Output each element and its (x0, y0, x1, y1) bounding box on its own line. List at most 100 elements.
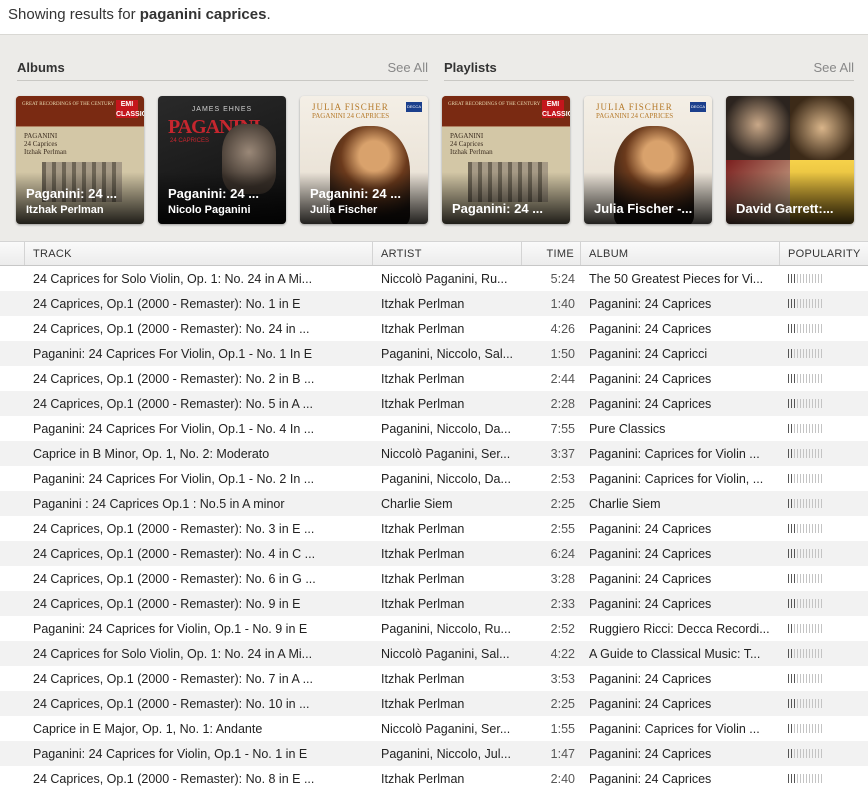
playlist-title: Julia Fischer -... (594, 201, 693, 216)
table-row[interactable]: 24 Caprices, Op.1 (2000 - Remaster): No.… (0, 366, 868, 391)
time-cell: 1:55 (550, 721, 575, 736)
playlist-tile[interactable]: GREAT RECORDINGS OF THE CENTURY EMI CLAS… (442, 96, 570, 224)
column-header-popularity[interactable]: POPULARITY (780, 242, 868, 265)
cover-subtitle: 24 Caprices (24, 140, 58, 148)
popularity-meter-fill (788, 648, 794, 658)
table-row[interactable]: Paganini: 24 Caprices for Violin, Op.1 -… (0, 741, 868, 766)
track-cell: 24 Caprices, Op.1 (2000 - Remaster): No.… (33, 571, 316, 586)
cover-artist: JULIA FISCHER (596, 102, 673, 112)
playlists-tiles: GREAT RECORDINGS OF THE CENTURY EMI CLAS… (442, 96, 854, 224)
track-cell: Paganini : 24 Caprices Op.1 : No.5 in A … (33, 496, 285, 511)
albums-see-all-link[interactable]: See All (388, 60, 428, 75)
popularity-meter (788, 498, 823, 508)
popularity-meter-fill (788, 573, 797, 583)
playlists-section: Playlists See All (444, 55, 854, 81)
popularity-meter (788, 648, 823, 658)
popularity-meter (788, 298, 823, 308)
emi-logo: EMI CLASSICS (116, 100, 144, 118)
popularity-meter (788, 323, 823, 333)
popularity-cell (780, 672, 868, 686)
column-header-artist[interactable]: ARTIST (373, 242, 522, 265)
column-header-track[interactable]: TRACK (25, 242, 373, 265)
table-row[interactable]: Caprice in E Major, Op. 1, No. 1: Andant… (0, 716, 868, 741)
album-cell: Paganini: 24 Caprices (589, 371, 712, 386)
table-row[interactable]: 24 Caprices, Op.1 (2000 - Remaster): No.… (0, 666, 868, 691)
column-header-album[interactable]: ALBUM (581, 242, 780, 265)
popularity-cell (780, 697, 868, 711)
popularity-meter-fill (788, 748, 794, 758)
popularity-cell (780, 422, 868, 436)
time-cell: 5:24 (550, 271, 575, 286)
playlist-tile[interactable]: JULIA FISCHER PAGANINI 24 CAPRICES DECCA… (584, 96, 712, 224)
popularity-meter (788, 623, 823, 633)
playlist-tile[interactable]: David Garrett:... (726, 96, 854, 224)
table-row[interactable]: Paganini: 24 Caprices For Violin, Op.1 -… (0, 466, 868, 491)
track-cell: Paganini: 24 Caprices For Violin, Op.1 -… (33, 421, 315, 436)
table-row[interactable]: Paganini : 24 Caprices Op.1 : No.5 in A … (0, 491, 868, 516)
track-cell: 24 Caprices, Op.1 (2000 - Remaster): No.… (33, 696, 310, 711)
popularity-cell (780, 447, 868, 461)
table-row[interactable]: Caprice in B Minor, Op. 1, No. 2: Modera… (0, 441, 868, 466)
popularity-meter (788, 548, 823, 558)
album-tile[interactable]: JAMES EHNES PAGANINI 24 CAPRICES Paganin… (158, 96, 286, 224)
popularity-meter (788, 723, 823, 733)
popularity-meter-fill (788, 348, 794, 358)
album-cell: Paganini: 24 Caprices (589, 771, 712, 786)
track-cell: 24 Caprices, Op.1 (2000 - Remaster): No.… (33, 321, 310, 336)
popularity-cell (780, 772, 868, 786)
album-title: Paganini: 24 ... (26, 186, 118, 201)
tracks-table-body: 24 Caprices for Solo Violin, Op. 1: No. … (0, 266, 868, 787)
popularity-cell (780, 322, 868, 336)
album-artist: Itzhak Perlman (26, 204, 104, 216)
emi-logo: EMI CLASSICS (542, 100, 570, 118)
popularity-meter (788, 373, 823, 383)
table-row[interactable]: 24 Caprices, Op.1 (2000 - Remaster): No.… (0, 316, 868, 341)
table-row[interactable]: 24 Caprices, Op.1 (2000 - Remaster): No.… (0, 566, 868, 591)
table-row[interactable]: 24 Caprices for Solo Violin, Op. 1: No. … (0, 266, 868, 291)
popularity-meter (788, 423, 823, 433)
popularity-meter (788, 698, 823, 708)
table-row[interactable]: Paganini: 24 Caprices For Violin, Op.1 -… (0, 416, 868, 441)
time-cell: 2:52 (550, 621, 575, 636)
table-row[interactable]: 24 Caprices, Op.1 (2000 - Remaster): No.… (0, 541, 868, 566)
decca-logo: DECCA (690, 102, 706, 112)
column-header-index (0, 242, 25, 265)
column-header-time[interactable]: TIME (522, 242, 581, 265)
popularity-cell (780, 622, 868, 636)
table-row[interactable]: 24 Caprices, Op.1 (2000 - Remaster): No.… (0, 516, 868, 541)
table-row[interactable]: Paganini: 24 Caprices For Violin, Op.1 -… (0, 341, 868, 366)
table-row[interactable]: 24 Caprices, Op.1 (2000 - Remaster): No.… (0, 291, 868, 316)
popularity-cell (780, 497, 868, 511)
artist-cell: Itzhak Perlman (381, 571, 465, 586)
track-cell: 24 Caprices, Op.1 (2000 - Remaster): No.… (33, 371, 315, 386)
track-cell: 24 Caprices, Op.1 (2000 - Remaster): No.… (33, 596, 301, 611)
track-cell: Caprice in B Minor, Op. 1, No. 2: Modera… (33, 446, 270, 461)
album-cell: Ruggiero Ricci: Decca Recordi... (589, 621, 770, 636)
cover-series-text: GREAT RECORDINGS OF THE CENTURY (448, 102, 541, 107)
album-tile[interactable]: JULIA FISCHER PAGANINI 24 CAPRICES DECCA… (300, 96, 428, 224)
table-row[interactable]: Paganini: 24 Caprices for Violin, Op.1 -… (0, 616, 868, 641)
popularity-meter (788, 773, 823, 783)
popularity-cell (780, 372, 868, 386)
table-row[interactable]: 24 Caprices, Op.1 (2000 - Remaster): No.… (0, 766, 868, 787)
table-row[interactable]: 24 Caprices for Solo Violin, Op. 1: No. … (0, 641, 868, 666)
artist-cell: Charlie Siem (381, 496, 453, 511)
popularity-meter-fill (788, 273, 797, 283)
time-cell: 3:28 (550, 571, 575, 586)
playlists-see-all-link[interactable]: See All (814, 60, 854, 75)
time-cell: 1:47 (550, 746, 575, 761)
popularity-meter (788, 598, 823, 608)
time-cell: 2:25 (550, 496, 575, 511)
results-shelf: Albums See All GREAT RECORDINGS OF THE C… (0, 34, 868, 241)
time-cell: 2:55 (550, 521, 575, 536)
table-row[interactable]: 24 Caprices, Op.1 (2000 - Remaster): No.… (0, 691, 868, 716)
popularity-cell (780, 272, 868, 286)
table-row[interactable]: 24 Caprices, Op.1 (2000 - Remaster): No.… (0, 591, 868, 616)
popularity-meter (788, 473, 823, 483)
album-cell: Pure Classics (589, 421, 666, 436)
album-tile[interactable]: GREAT RECORDINGS OF THE CENTURY EMI CLAS… (16, 96, 144, 224)
table-row[interactable]: 24 Caprices, Op.1 (2000 - Remaster): No.… (0, 391, 868, 416)
album-cell: Paganini: Caprices for Violin ... (589, 446, 760, 461)
time-cell: 2:28 (550, 396, 575, 411)
cover-title: PAGANINI (24, 132, 58, 140)
